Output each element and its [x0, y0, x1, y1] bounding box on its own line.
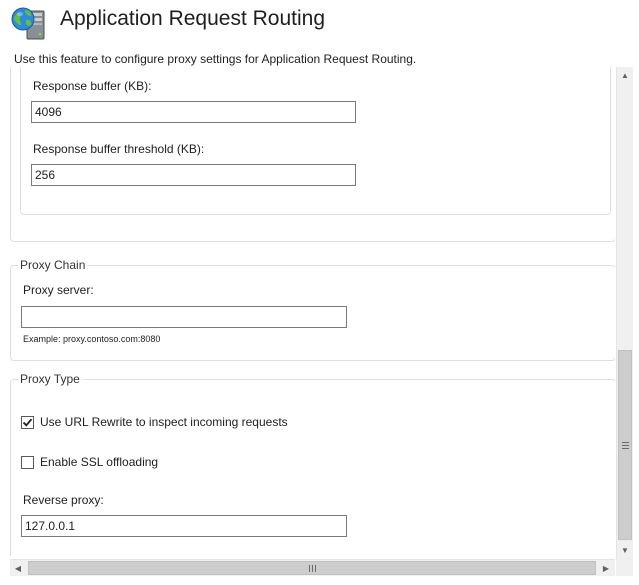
- ssl-offloading-checkbox-row[interactable]: Enable SSL offloading: [21, 454, 158, 470]
- horizontal-scroll-thumb[interactable]: [28, 561, 596, 575]
- vertical-grip-line: [622, 448, 629, 449]
- feature-description: Use this feature to configure proxy sett…: [14, 52, 417, 66]
- scroll-left-arrow-icon[interactable]: ◀: [10, 560, 26, 576]
- vertical-scroll-thumb[interactable]: [618, 350, 632, 540]
- checkmark-icon: [22, 418, 33, 427]
- feature-header: Application Request Routing: [0, 0, 639, 46]
- scroll-right-arrow-icon[interactable]: ▶: [598, 560, 614, 576]
- horizontal-grip-line: [309, 565, 310, 572]
- ssl-offloading-checkbox-label: Enable SSL offloading: [40, 455, 159, 469]
- horizontal-grip-line: [315, 565, 316, 572]
- page-title: Application Request Routing: [60, 7, 326, 30]
- url-rewrite-checkbox-label: Use URL Rewrite to inspect incoming requ…: [40, 415, 288, 429]
- url-rewrite-checkbox-row[interactable]: Use URL Rewrite to inspect incoming requ…: [21, 414, 288, 430]
- response-buffer-threshold-input[interactable]: [31, 164, 356, 186]
- proxy-chain-legend: Proxy Chain: [18, 258, 88, 272]
- proxy-server-input[interactable]: [21, 306, 347, 328]
- proxy-server-example: Example: proxy.contoso.com:8080: [23, 334, 161, 344]
- response-buffer-threshold-label: Response buffer threshold (KB):: [33, 142, 205, 156]
- horizontal-scrollbar[interactable]: ◀ ▶: [10, 559, 615, 576]
- arr-feature-page: Application Request Routing Use this fea…: [0, 0, 639, 585]
- vertical-scrollbar[interactable]: ▲ ▼: [616, 67, 633, 559]
- vertical-grip-line: [622, 445, 629, 446]
- settings-scroll-area[interactable]: Response buffer (KB): Response buffer th…: [10, 67, 615, 556]
- ssl-offloading-checkbox[interactable]: [21, 455, 34, 469]
- reverse-proxy-label: Reverse proxy:: [23, 493, 104, 507]
- proxy-type-legend: Proxy Type: [18, 372, 82, 386]
- vertical-grip-line: [622, 442, 629, 443]
- scroll-up-arrow-icon[interactable]: ▲: [617, 67, 633, 83]
- url-rewrite-checkbox[interactable]: [21, 415, 34, 429]
- reverse-proxy-input[interactable]: [21, 515, 347, 537]
- scrollbar-corner: [616, 559, 633, 576]
- scroll-down-arrow-icon[interactable]: ▼: [617, 542, 633, 558]
- response-buffer-label: Response buffer (KB):: [33, 79, 152, 93]
- response-buffer-input[interactable]: [31, 101, 356, 123]
- horizontal-grip-line: [312, 565, 313, 572]
- globe-server-icon: [11, 7, 45, 40]
- proxy-server-label: Proxy server:: [23, 283, 94, 297]
